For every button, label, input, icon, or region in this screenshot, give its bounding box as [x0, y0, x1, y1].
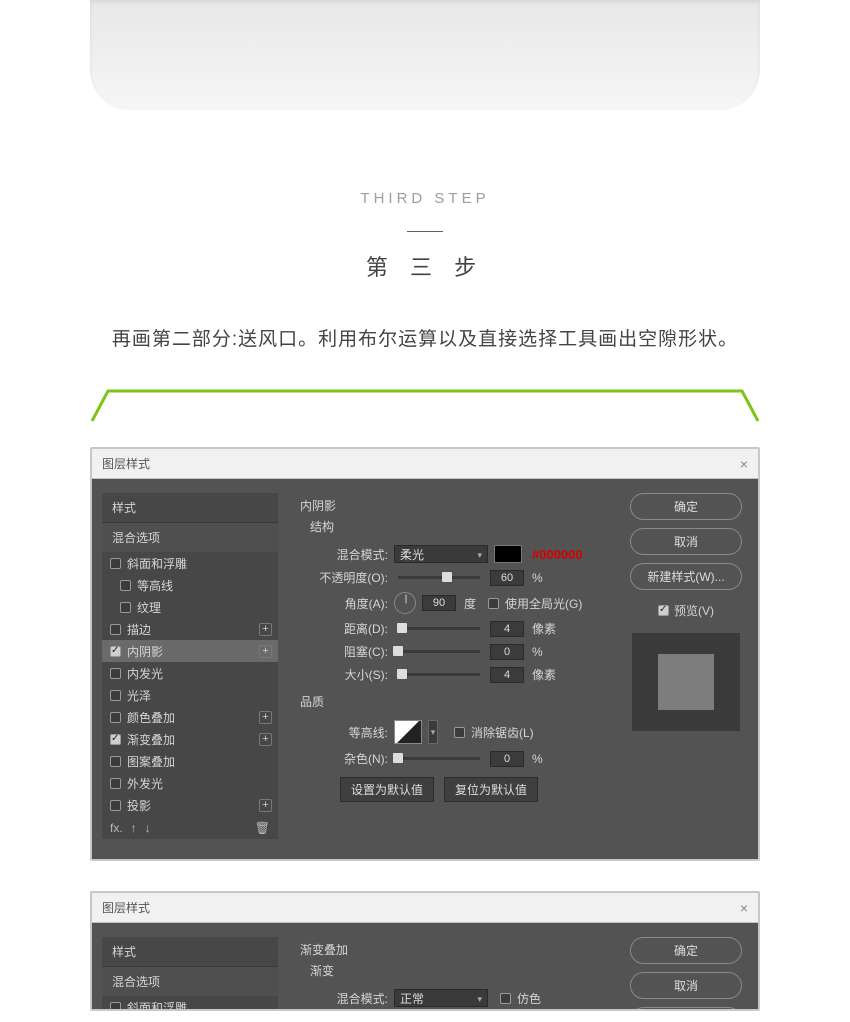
plus-icon[interactable]: +: [259, 711, 272, 724]
blend-mode-select[interactable]: 柔光: [394, 545, 488, 563]
style-contour[interactable]: 等高线: [102, 574, 278, 596]
size-slider[interactable]: [398, 673, 480, 676]
color-annotation: #000000: [532, 547, 583, 562]
angle-dial[interactable]: [394, 592, 416, 614]
step-heading: THIRD STEP 第 三 步: [0, 190, 850, 282]
plus-icon[interactable]: +: [259, 645, 272, 658]
gradient-overlay-panel: 渐变叠加 渐变 混合模式: 正常 仿色 不透明度(P): 100 % 反向(R)…: [292, 937, 612, 1011]
blend-options[interactable]: 混合选项: [102, 967, 278, 996]
plus-icon[interactable]: +: [259, 623, 272, 636]
ok-button[interactable]: 确定: [630, 937, 742, 964]
choke-slider[interactable]: [398, 650, 480, 653]
close-icon[interactable]: ×: [740, 456, 748, 472]
angle-label: 角度(A):: [300, 595, 388, 612]
ok-button[interactable]: 确定: [630, 493, 742, 520]
antialias-label: 消除锯齿(L): [471, 724, 534, 741]
new-style-button[interactable]: 新建样式(W)...: [630, 563, 742, 590]
preview-label: 预览(V): [674, 602, 714, 619]
layer-style-dialog-2: 图层样式 × 样式 混合选项 斜面和浮雕 等高线 渐变叠加 渐变 混合模式: 正…: [90, 891, 760, 1011]
arrow-down-icon[interactable]: ↓: [145, 821, 151, 835]
global-light-checkbox[interactable]: [488, 598, 499, 609]
style-outer-glow[interactable]: 外发光: [102, 772, 278, 794]
contour-label: 等高线:: [300, 724, 388, 741]
angle-input[interactable]: 90: [422, 595, 456, 611]
styles-list: 样式 混合选项 斜面和浮雕 等高线 纹理 描边+ 内阴影+ 内发光 光泽 颜色叠…: [102, 493, 278, 839]
style-bevel[interactable]: 斜面和浮雕: [102, 552, 278, 574]
noise-label: 杂色(N):: [300, 750, 388, 767]
dither-checkbox[interactable]: [500, 993, 511, 1004]
quality-label: 品质: [300, 693, 604, 710]
close-icon[interactable]: ×: [740, 900, 748, 916]
fx-icon[interactable]: fx.: [110, 821, 123, 835]
contour-picker[interactable]: [394, 720, 422, 744]
structure-label: 结构: [310, 518, 604, 535]
ac-illustration: [90, 0, 760, 110]
cancel-button[interactable]: 取消: [630, 972, 742, 999]
noise-slider[interactable]: [398, 757, 480, 760]
layer-style-dialog-1: 图层样式 × 样式 混合选项 斜面和浮雕 等高线 纹理 描边+ 内阴影+ 内发光…: [90, 447, 760, 861]
arrow-up-icon[interactable]: ↑: [131, 821, 137, 835]
step-cn: 第 三 步: [0, 250, 850, 282]
styles-list: 样式 混合选项 斜面和浮雕 等高线: [102, 937, 278, 1011]
step-divider: [407, 231, 443, 232]
preview-box: [632, 633, 740, 731]
opacity-label: 不透明度(O):: [300, 569, 388, 586]
plus-icon[interactable]: +: [259, 799, 272, 812]
style-drop-shadow[interactable]: 投影+: [102, 794, 278, 816]
reset-default-button[interactable]: 复位为默认值: [444, 777, 538, 802]
style-texture[interactable]: 纹理: [102, 596, 278, 618]
styles-header[interactable]: 样式: [102, 937, 278, 967]
antialias-checkbox[interactable]: [454, 727, 465, 738]
styles-header[interactable]: 样式: [102, 493, 278, 523]
blend-options[interactable]: 混合选项: [102, 523, 278, 552]
gradient-label: 渐变: [310, 962, 604, 979]
global-light-label: 使用全局光(G): [505, 595, 582, 612]
dither-label: 仿色: [517, 990, 541, 1007]
noise-input[interactable]: 0: [490, 751, 524, 767]
dialog-right-panel: 确定 取消 新建样式(W)...: [626, 937, 746, 1011]
choke-label: 阻塞(C):: [300, 643, 388, 660]
style-inner-shadow[interactable]: 内阴影+: [102, 640, 278, 662]
blend-mode-select[interactable]: 正常: [394, 989, 488, 1007]
style-bevel[interactable]: 斜面和浮雕: [102, 996, 278, 1011]
styles-footer: fx. ↑ ↓ 🗑: [102, 817, 278, 839]
step-en: THIRD STEP: [0, 190, 850, 207]
choke-input[interactable]: 0: [490, 644, 524, 660]
dialog-title: 图层样式: [102, 455, 150, 472]
style-gradient-overlay[interactable]: 渐变叠加+: [102, 728, 278, 750]
style-stroke[interactable]: 描边+: [102, 618, 278, 640]
size-input[interactable]: 4: [490, 667, 524, 683]
panel-title: 内阴影: [300, 497, 604, 514]
color-swatch[interactable]: [494, 545, 522, 563]
size-label: 大小(S):: [300, 666, 388, 683]
style-color-overlay[interactable]: 颜色叠加+: [102, 706, 278, 728]
cancel-button[interactable]: 取消: [630, 528, 742, 555]
dialog-right-panel: 确定 取消 新建样式(W)... 预览(V): [626, 493, 746, 839]
style-inner-glow[interactable]: 内发光: [102, 662, 278, 684]
distance-slider[interactable]: [398, 627, 480, 630]
panel-title: 渐变叠加: [300, 941, 604, 958]
trash-icon[interactable]: 🗑: [255, 821, 270, 835]
green-bracket: [90, 387, 760, 423]
blend-mode-label: 混合模式:: [300, 546, 388, 563]
dialog-title: 图层样式: [102, 899, 150, 916]
step-description: 再画第二部分:送风口。利用布尔运算以及直接选择工具画出空隙形状。: [0, 324, 850, 351]
contour-caret-icon[interactable]: ▾: [428, 720, 438, 744]
plus-icon[interactable]: +: [259, 733, 272, 746]
inner-shadow-panel: 内阴影 结构 混合模式: 柔光 #000000 不透明度(O): 60 % 角度…: [292, 493, 612, 839]
distance-label: 距离(D):: [300, 620, 388, 637]
preview-checkbox[interactable]: [658, 605, 669, 616]
dialog-titlebar: 图层样式 ×: [92, 449, 758, 479]
distance-input[interactable]: 4: [490, 621, 524, 637]
style-pattern-overlay[interactable]: 图案叠加: [102, 750, 278, 772]
style-satin[interactable]: 光泽: [102, 684, 278, 706]
dialog-titlebar: 图层样式 ×: [92, 893, 758, 923]
opacity-input[interactable]: 60: [490, 570, 524, 586]
make-default-button[interactable]: 设置为默认值: [340, 777, 434, 802]
blend-mode-label: 混合模式:: [300, 990, 388, 1007]
new-style-button[interactable]: 新建样式(W)...: [630, 1007, 742, 1011]
opacity-slider[interactable]: [398, 576, 480, 579]
